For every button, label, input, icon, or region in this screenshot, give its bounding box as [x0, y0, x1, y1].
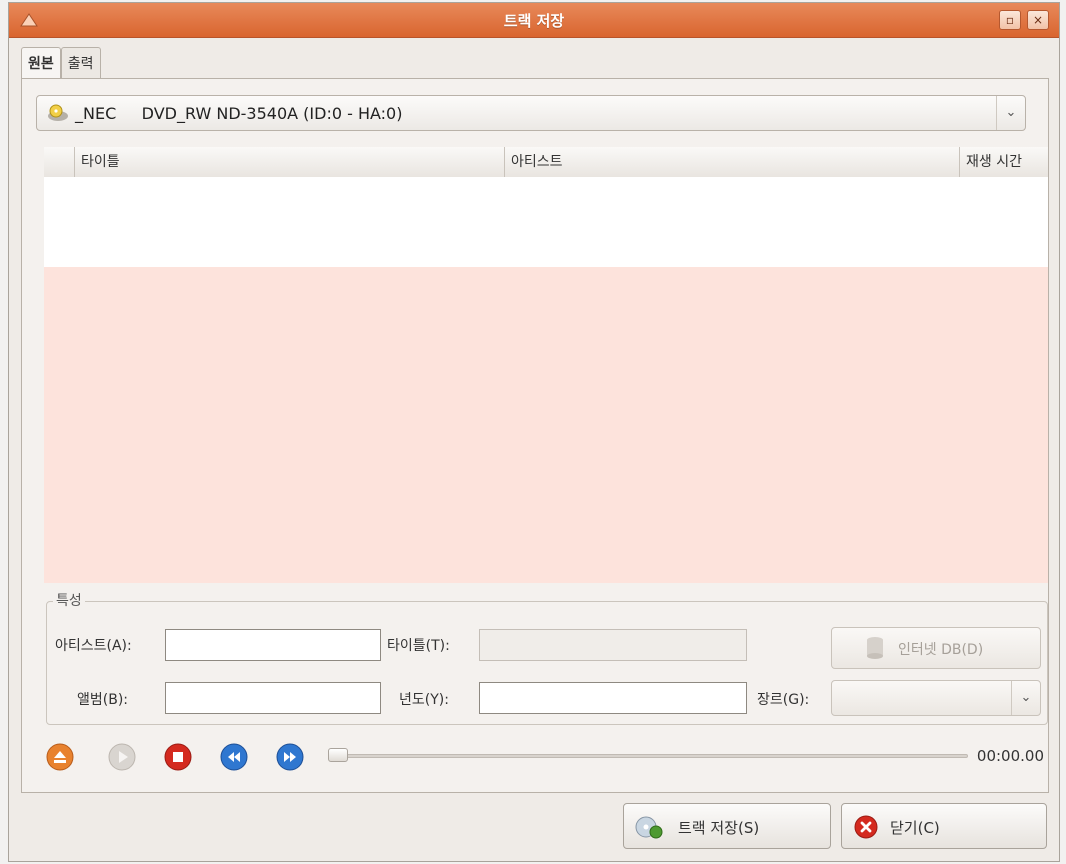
- column-header-artist[interactable]: 아티스트: [504, 147, 959, 177]
- properties-legend: 특성: [53, 590, 85, 610]
- genre-label: 장르(G):: [757, 692, 810, 708]
- artist-field[interactable]: [165, 629, 381, 661]
- title-field[interactable]: [479, 629, 747, 661]
- title-label: 타이틀(T):: [387, 638, 450, 654]
- seek-slider-track[interactable]: [328, 754, 968, 758]
- tab-source[interactable]: 원본: [21, 47, 61, 79]
- stop-icon[interactable]: [164, 743, 192, 771]
- database-icon: [867, 637, 883, 659]
- tab-output[interactable]: 출력: [60, 47, 101, 79]
- drive-selector[interactable]: _NEC DVD_RW ND-3540A (ID:0 - HA:0) ⌄: [36, 95, 1026, 131]
- save-tracks-label: 트랙 저장(S): [678, 819, 760, 837]
- save-disc-icon: [635, 816, 663, 839]
- internet-db-label: 인터넷 DB(D): [898, 642, 984, 658]
- track-table-header: 타이틀 아티스트 재생 시간: [44, 147, 1048, 178]
- maximize-button[interactable]: ▫: [999, 10, 1021, 30]
- column-header-duration[interactable]: 재생 시간: [959, 147, 1048, 177]
- save-tracks-window: 트랙 저장 ▫ × 원본 출력 _NEC DVD_RW ND-3540A (ID…: [8, 2, 1060, 862]
- artist-label: 아티스트(A):: [55, 638, 132, 654]
- save-tracks-button[interactable]: 트랙 저장(S): [623, 803, 831, 849]
- seek-slider-handle[interactable]: [328, 748, 348, 762]
- internet-db-button[interactable]: 인터넷 DB(D): [831, 627, 1041, 669]
- track-list[interactable]: [44, 177, 1048, 583]
- previous-track-icon[interactable]: [220, 743, 248, 771]
- column-header-title[interactable]: 타이틀: [74, 147, 504, 177]
- next-track-icon[interactable]: [276, 743, 304, 771]
- close-window-button[interactable]: ×: [1027, 10, 1049, 30]
- eject-icon[interactable]: [46, 743, 74, 771]
- track-list-empty-area: [44, 177, 1048, 267]
- close-button[interactable]: 닫기(C): [841, 803, 1047, 849]
- album-label: 앨범(B):: [77, 692, 129, 708]
- window-title: 트랙 저장: [503, 12, 565, 30]
- source-panel: _NEC DVD_RW ND-3540A (ID:0 - HA:0) ⌄ 타이틀…: [21, 78, 1049, 793]
- chevron-down-icon[interactable]: ⌄: [996, 96, 1025, 130]
- genre-combobox[interactable]: ⌄: [831, 680, 1041, 716]
- close-label: 닫기(C): [890, 819, 940, 837]
- playback-time: 00:00.00: [976, 747, 1044, 765]
- tab-bar: 원본 출력: [21, 47, 101, 79]
- year-field[interactable]: [479, 682, 747, 714]
- properties-group: 특성 아티스트(A): 타이틀(T): 인터넷 DB(D) 앨범(B): 년도(…: [46, 590, 1048, 725]
- cd-drive-icon: [48, 104, 68, 121]
- title-bar[interactable]: 트랙 저장 ▫ ×: [9, 3, 1059, 38]
- album-field[interactable]: [165, 682, 381, 714]
- play-icon[interactable]: [108, 743, 136, 771]
- drive-selected-label: _NEC DVD_RW ND-3540A (ID:0 - HA:0): [75, 104, 403, 123]
- player-controls: 00:00.00: [46, 737, 1046, 777]
- chevron-down-icon[interactable]: ⌄: [1011, 681, 1040, 715]
- close-circle-icon: [854, 815, 878, 839]
- year-label: 년도(Y):: [399, 692, 449, 708]
